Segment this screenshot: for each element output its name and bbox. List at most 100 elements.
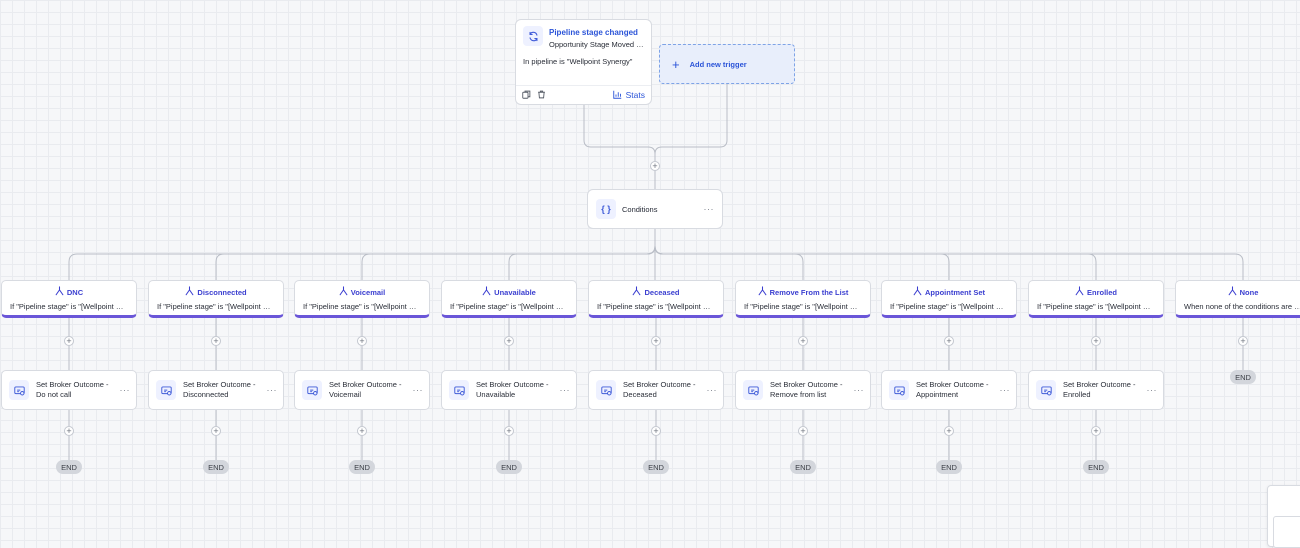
action-icon: [302, 380, 322, 400]
branch-condition: If "Pipeline stage" is "[Wellpoint Syner…: [303, 302, 429, 311]
branch-card-none[interactable]: None When none of the conditions are met: [1175, 280, 1300, 318]
add-step-button[interactable]: +: [651, 336, 661, 346]
branch-title: Remove From the List: [769, 287, 849, 297]
action-card-appointment-set[interactable]: Set Broker Outcome - Appointment ···: [881, 370, 1017, 410]
more-options-icon[interactable]: ···: [560, 385, 571, 395]
branch-title: None: [1239, 287, 1259, 297]
branch-card-remove-from-the-list[interactable]: Remove From the List If "Pipeline stage" …: [735, 280, 871, 318]
add-step-button[interactable]: +: [211, 426, 221, 436]
more-options-icon[interactable]: ···: [413, 385, 424, 395]
branch-card-dnc[interactable]: DNC If "Pipeline stage" is "[Wellpoint Sy…: [1, 280, 137, 318]
add-step-button[interactable]: +: [650, 161, 660, 171]
add-step-button[interactable]: +: [64, 336, 74, 346]
trigger-card[interactable]: Pipeline stage changed Opportunity Stage…: [515, 19, 652, 105]
branch-icon: [339, 286, 348, 298]
add-step-button[interactable]: +: [944, 426, 954, 436]
add-step-button[interactable]: +: [1091, 426, 1101, 436]
action-icon: [1036, 380, 1056, 400]
minimap-viewport[interactable]: [1273, 516, 1300, 548]
add-new-trigger-button[interactable]: + Add new trigger: [659, 44, 795, 84]
delete-icon[interactable]: [537, 86, 546, 104]
add-step-button[interactable]: +: [504, 336, 514, 346]
branch-title: Enrolled: [1086, 287, 1117, 297]
branch-condition: When none of the conditions are met: [1184, 302, 1300, 311]
add-step-button[interactable]: +: [504, 426, 514, 436]
add-step-button[interactable]: +: [357, 426, 367, 436]
action-card-disconnected[interactable]: Set Broker Outcome - Disconnected ···: [148, 370, 284, 410]
branch-icon: [185, 286, 194, 298]
more-options-icon[interactable]: ···: [1147, 385, 1158, 395]
branch-title: Unavailable: [494, 287, 536, 297]
add-step-button[interactable]: +: [944, 336, 954, 346]
stats-label: Stats: [625, 90, 645, 100]
end-marker: END: [496, 460, 522, 474]
braces-icon: { }: [596, 199, 616, 219]
branch-condition: If "Pipeline stage" is "[Wellpoint Syner…: [450, 302, 576, 311]
add-step-button[interactable]: +: [211, 336, 221, 346]
add-step-button[interactable]: +: [1091, 336, 1101, 346]
action-icon: [449, 380, 469, 400]
add-step-button[interactable]: +: [798, 426, 808, 436]
branch-card-unavailable[interactable]: Unavailable If "Pipeline stage" is "[Well…: [441, 280, 577, 318]
more-options-icon[interactable]: ···: [707, 385, 718, 395]
end-marker: END: [203, 460, 229, 474]
action-icon: [9, 380, 29, 400]
action-card-deceased[interactable]: Set Broker Outcome - Deceased ···: [588, 370, 724, 410]
branch-card-deceased[interactable]: Deceased If "Pipeline stage" is "[Wellpoi…: [588, 280, 724, 318]
trigger-subtitle: Opportunity Stage Moved - ...: [549, 40, 645, 49]
more-options-icon[interactable]: ···: [120, 385, 131, 395]
branch-title: Voicemail: [350, 287, 386, 297]
branch-icon: [482, 286, 491, 298]
plus-icon: +: [672, 56, 680, 72]
stats-button[interactable]: Stats: [612, 90, 645, 101]
branch-icon: [632, 286, 641, 298]
conditions-card[interactable]: { } Conditions ···: [587, 189, 723, 229]
action-card-enrolled[interactable]: Set Broker Outcome - Enrolled ···: [1028, 370, 1164, 410]
action-label: Set Broker Outcome - Disconnected: [183, 380, 256, 399]
bar-chart-icon: [612, 90, 622, 101]
copy-icon[interactable]: [522, 86, 531, 104]
action-card-dnc[interactable]: Set Broker Outcome - Do not call ···: [1, 370, 137, 410]
connector-line: [583, 105, 656, 161]
action-label: Set Broker Outcome - Remove from list: [770, 380, 843, 399]
trigger-filter: In pipeline is "Wellpoint Synergy": [523, 57, 633, 66]
action-icon: [889, 380, 909, 400]
branch-title: DNC: [66, 287, 84, 297]
end-marker: END: [349, 460, 375, 474]
branch-title: Disconnected: [197, 287, 247, 297]
add-trigger-label: Add new trigger: [689, 59, 747, 69]
branch-card-disconnected[interactable]: Disconnected If "Pipeline stage" is "[Wel…: [148, 280, 284, 318]
branch-card-voicemail[interactable]: Voicemail If "Pipeline stage" is "[Wellpo…: [294, 280, 430, 318]
more-options-icon[interactable]: ···: [854, 385, 865, 395]
add-step-button[interactable]: +: [64, 426, 74, 436]
action-label: Set Broker Outcome - Deceased: [623, 380, 696, 399]
end-marker: END: [1230, 370, 1256, 384]
add-step-button[interactable]: +: [651, 426, 661, 436]
action-label: Set Broker Outcome - Appointment: [916, 380, 989, 399]
branch-icon: [1075, 286, 1084, 298]
conditions-label: Conditions: [622, 204, 658, 214]
branch-condition: If "Pipeline stage" is "[Wellpoint Syner…: [1037, 302, 1163, 311]
connector-line: [508, 245, 656, 280]
more-options-icon[interactable]: ···: [704, 204, 715, 214]
add-step-button[interactable]: +: [357, 336, 367, 346]
end-marker: END: [936, 460, 962, 474]
branch-card-enrolled[interactable]: Enrolled If "Pipeline stage" is "[Wellpoi…: [1028, 280, 1164, 318]
action-card-voicemail[interactable]: Set Broker Outcome - Voicemail ···: [294, 370, 430, 410]
connector-line: [654, 245, 950, 280]
branch-condition: If "Pipeline stage" is "[Wellpoint Syner…: [597, 302, 723, 311]
end-marker: END: [56, 460, 82, 474]
more-options-icon[interactable]: ···: [1000, 385, 1011, 395]
branch-card-appointment-set[interactable]: Appointment Set If "Pipeline stage" is "[…: [881, 280, 1017, 318]
action-label: Set Broker Outcome - Enrolled: [1063, 380, 1136, 399]
action-label: Set Broker Outcome - Do not call: [36, 380, 109, 399]
action-card-remove-from-the-list[interactable]: Set Broker Outcome - Remove from list ···: [735, 370, 871, 410]
connector-line: [654, 84, 728, 155]
action-card-unavailable[interactable]: Set Broker Outcome - Unavailable ···: [441, 370, 577, 410]
add-step-button[interactable]: +: [1238, 336, 1248, 346]
more-options-icon[interactable]: ···: [267, 385, 278, 395]
action-icon: [596, 380, 616, 400]
end-marker: END: [643, 460, 669, 474]
minimap-panel[interactable]: [1267, 485, 1300, 548]
add-step-button[interactable]: +: [798, 336, 808, 346]
